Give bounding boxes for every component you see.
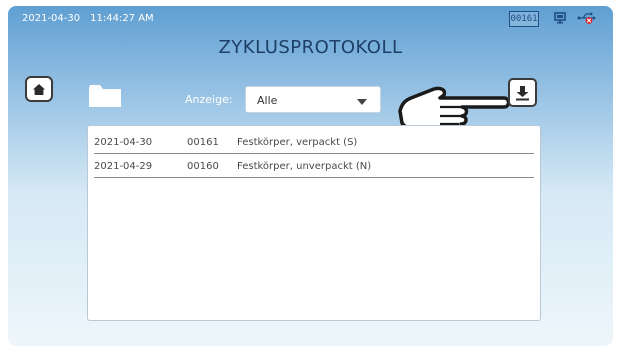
row-date: 2021-04-30 <box>94 137 153 148</box>
row-program: Festkörper, unverpackt (N) <box>237 161 372 172</box>
export-button[interactable] <box>508 78 537 107</box>
home-icon <box>33 83 45 95</box>
usb-disconnected-icon <box>577 12 596 24</box>
log-row[interactable]: 2021-04-29 00160 Festkörper, unverpackt … <box>94 154 534 178</box>
page-title: ZYKLUSPROTOKOLL <box>218 37 403 58</box>
device-screen: 2021-04-30 11:44:27 AM 00161 ZYKLUSPROTOK… <box>8 6 613 346</box>
row-program: Festkörper, verpackt (S) <box>237 137 358 148</box>
cycle-counter: 00161 <box>509 11 539 27</box>
filter-value: Alle <box>257 94 278 107</box>
row-cycle-number: 00160 <box>187 161 219 172</box>
filter-label: Anzeige: <box>185 93 233 106</box>
cycle-log-list: 2021-04-30 00161 Festkörper, verpackt (S… <box>87 125 541 321</box>
home-button[interactable] <box>25 76 53 102</box>
row-cycle-number: 00161 <box>187 137 219 148</box>
download-icon <box>516 85 529 100</box>
filter-dropdown[interactable]: Alle <box>245 86 381 113</box>
row-date: 2021-04-29 <box>94 161 153 172</box>
monitor-icon <box>554 12 566 24</box>
status-bar: 2021-04-30 11:44:27 AM 00161 <box>8 6 613 30</box>
folder-icon[interactable] <box>88 83 122 109</box>
status-date: 2021-04-30 <box>22 13 81 24</box>
status-time: 11:44:27 AM <box>90 13 154 24</box>
date-time: 2021-04-30 11:44:27 AM <box>22 13 154 24</box>
chevron-down-icon <box>357 99 367 105</box>
log-row[interactable]: 2021-04-30 00161 Festkörper, verpackt (S… <box>94 130 534 154</box>
